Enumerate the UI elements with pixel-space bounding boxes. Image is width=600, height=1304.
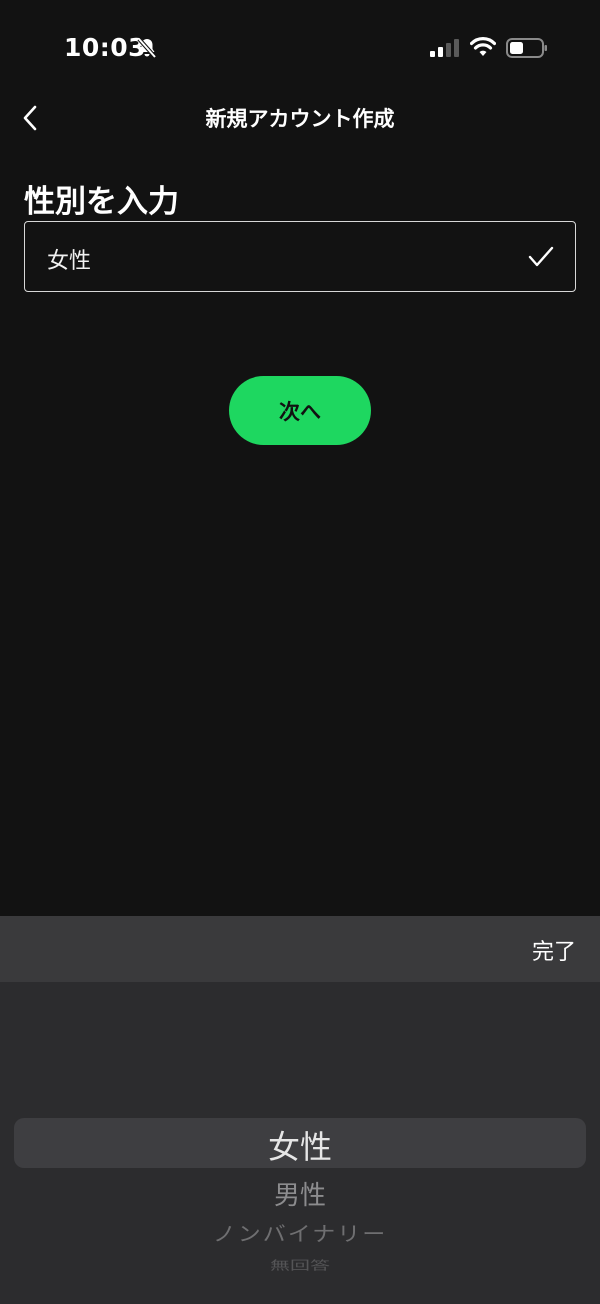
picker-option-nonbinary[interactable]: ノンバイナリー: [0, 1217, 600, 1247]
gender-select-field[interactable]: 女性: [24, 221, 576, 292]
wifi-icon: [470, 37, 496, 56]
picker-toolbar: 完了: [0, 916, 600, 982]
done-button[interactable]: 完了: [532, 934, 576, 966]
gender-field-value: 女性: [47, 249, 92, 274]
status-time: 10:03: [64, 33, 147, 62]
picker-option-female[interactable]: 女性: [0, 1122, 600, 1168]
navigation-bar: 新規アカウント作成: [0, 96, 600, 140]
cellular-signal-icon: [430, 39, 459, 57]
picker-option-male[interactable]: 男性: [0, 1175, 600, 1212]
bell-slash-icon: [137, 37, 157, 59]
gender-picker-wheel[interactable]: 女性 男性 ノンバイナリー 無回答: [0, 982, 600, 1304]
battery-icon: [506, 38, 547, 58]
gender-heading: 性別を入力: [24, 184, 179, 220]
picker-option-no-answer[interactable]: 無回答: [0, 1256, 600, 1273]
checkmark-icon: [528, 246, 554, 267]
page-title: 新規アカウント作成: [205, 107, 395, 131]
status-bar: 10:03: [0, 0, 600, 96]
next-button[interactable]: 次へ: [229, 376, 371, 445]
create-account-screen: 10:03 新規アカウント作成 性別を入力 女性 次へ 完了 女性 男性 ノンバ…: [0, 0, 600, 1304]
